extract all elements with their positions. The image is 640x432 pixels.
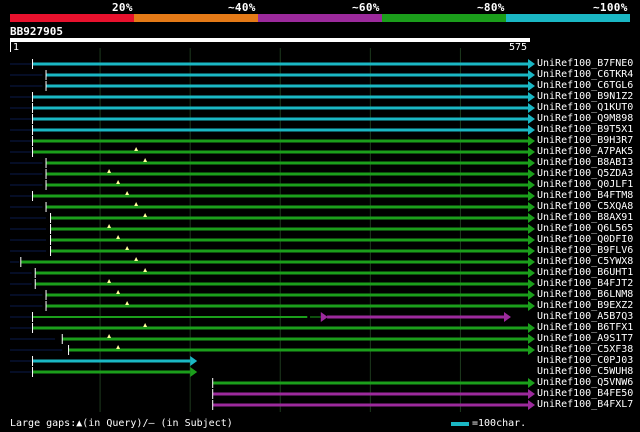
alignment-arrowhead (320, 312, 328, 322)
hit-link-UniRef100_Q0JLF1[interactable]: UniRef100_Q0JLF1 (537, 179, 633, 190)
query-gap-marker (107, 224, 112, 228)
alignment-arrowhead (528, 92, 535, 102)
alignment-arrowhead (528, 125, 535, 135)
hit-link-UniRef100_C5WUH8[interactable]: UniRef100_C5WUH8 (537, 366, 633, 377)
hit-link-UniRef100_B4FE50[interactable]: UniRef100_B4FE50 (537, 388, 633, 399)
hit-link-UniRef100_B4FXL7[interactable]: UniRef100_B4FXL7 (537, 399, 633, 410)
hit-link-UniRef100_B6TFX1[interactable]: UniRef100_B6TFX1 (537, 322, 633, 333)
hit-link-UniRef100_C6TKR4[interactable]: UniRef100_C6TKR4 (537, 69, 633, 80)
alignment-arrowhead (528, 81, 535, 91)
alignment-arrowhead (528, 400, 535, 410)
scale-bar (451, 422, 469, 426)
hit-link-UniRef100_C5YWX8[interactable]: UniRef100_C5YWX8 (537, 256, 633, 267)
alignment-arrowhead (528, 323, 535, 333)
query-gap-marker (116, 290, 121, 294)
query-gap-marker (143, 268, 148, 272)
query-gap-marker (107, 279, 112, 283)
alignment-arrowhead (528, 191, 535, 201)
alignment-arrowhead (528, 257, 535, 267)
alignment-arrowhead (528, 136, 535, 146)
alignment-arrowhead (528, 147, 535, 157)
query-gap-marker (143, 213, 148, 217)
hit-link-UniRef100_B9EXZ2[interactable]: UniRef100_B9EXZ2 (537, 300, 633, 311)
alignment-arrowhead (528, 334, 535, 344)
alignment-arrowhead (528, 224, 535, 234)
alignment-arrowhead (528, 70, 535, 80)
alignment-arrowhead (528, 378, 535, 388)
alignment-arrowhead (528, 213, 535, 223)
hit-link-UniRef100_A9S1T7[interactable]: UniRef100_A9S1T7 (537, 333, 633, 344)
hit-link-UniRef100_B6UHT1[interactable]: UniRef100_B6UHT1 (537, 267, 633, 278)
hit-link-UniRef100_B8AX91[interactable]: UniRef100_B8AX91 (537, 212, 633, 223)
hit-link-UniRef100_Q6L565[interactable]: UniRef100_Q6L565 (537, 223, 633, 234)
query-gap-marker (125, 191, 130, 195)
hit-link-UniRef100_B9H3R7[interactable]: UniRef100_B9H3R7 (537, 135, 633, 146)
query-gap-marker (134, 147, 139, 151)
alignment-arrowhead (528, 268, 535, 278)
alignment-arrowhead (528, 246, 535, 256)
hit-link-UniRef100_B4FTM8[interactable]: UniRef100_B4FTM8 (537, 190, 633, 201)
hit-link-UniRef100_B9T5X1[interactable]: UniRef100_B9T5X1 (537, 124, 633, 135)
query-gap-marker (116, 235, 121, 239)
query-gap-marker (107, 169, 112, 173)
query-gap-marker (134, 257, 139, 261)
hit-link-UniRef100_B8ABI3[interactable]: UniRef100_B8ABI3 (537, 157, 633, 168)
hit-link-UniRef100_C6TGL6[interactable]: UniRef100_C6TGL6 (537, 80, 633, 91)
query-gap-marker (143, 158, 148, 162)
query-gap-marker (116, 180, 121, 184)
alignment-arrowhead (528, 114, 535, 124)
query-gap-marker (125, 246, 130, 250)
alignment-arrowhead (528, 169, 535, 179)
alignment-arrowhead (528, 180, 535, 190)
gap-legend-text: Large gaps:▲(in Query)/– (in Subject) (10, 418, 233, 429)
alignment-arrowhead (528, 345, 535, 355)
query-gap-marker (134, 202, 139, 206)
scale-label: =100char. (472, 418, 527, 429)
hit-link-UniRef100_A7PAK5[interactable]: UniRef100_A7PAK5 (537, 146, 633, 157)
hit-link-UniRef100_B9FLV6[interactable]: UniRef100_B9FLV6 (537, 245, 633, 256)
hit-link-UniRef100_Q5VNW6[interactable]: UniRef100_Q5VNW6 (537, 377, 633, 388)
alignment-arrowhead (190, 356, 198, 366)
alignment-arrowhead (528, 235, 535, 245)
hit-link-UniRef100_Q0DFI0[interactable]: UniRef100_Q0DFI0 (537, 234, 633, 245)
query-gap-marker (107, 334, 112, 338)
alignment-arrowhead (190, 367, 198, 377)
alignment-arrowhead (528, 301, 535, 311)
query-gap-marker (116, 345, 121, 349)
alignment-arrowhead (528, 279, 535, 289)
hit-link-UniRef100_B4FJT2[interactable]: UniRef100_B4FJT2 (537, 278, 633, 289)
alignment-arrowhead (504, 312, 511, 322)
alignment-arrowhead (528, 103, 535, 113)
query-gap-marker (143, 323, 148, 327)
alignment-arrowhead (528, 389, 535, 399)
hit-link-UniRef100_A5B7Q3[interactable]: UniRef100_A5B7Q3 (537, 311, 633, 322)
hit-link-UniRef100_B7FNE0[interactable]: UniRef100_B7FNE0 (537, 58, 633, 69)
query-gap-marker (125, 301, 130, 305)
alignment-arrowhead (528, 290, 535, 300)
alignment-arrowhead (528, 202, 535, 212)
hit-link-UniRef100_Q9M898[interactable]: UniRef100_Q9M898 (537, 113, 633, 124)
alignment-arrowhead (528, 158, 535, 168)
hit-link-UniRef100_Q1KUT0[interactable]: UniRef100_Q1KUT0 (537, 102, 633, 113)
hit-link-UniRef100_B9N1Z2[interactable]: UniRef100_B9N1Z2 (537, 91, 633, 102)
hit-link-UniRef100_C0PJ03[interactable]: UniRef100_C0PJ03 (537, 355, 633, 366)
hit-link-UniRef100_B6LNM8[interactable]: UniRef100_B6LNM8 (537, 289, 633, 300)
hit-link-UniRef100_C5XQA8[interactable]: UniRef100_C5XQA8 (537, 201, 633, 212)
hit-link-UniRef100_Q5ZDA3[interactable]: UniRef100_Q5ZDA3 (537, 168, 633, 179)
hit-link-UniRef100_C5XF38[interactable]: UniRef100_C5XF38 (537, 344, 633, 355)
alignment-arrowhead (528, 59, 535, 69)
